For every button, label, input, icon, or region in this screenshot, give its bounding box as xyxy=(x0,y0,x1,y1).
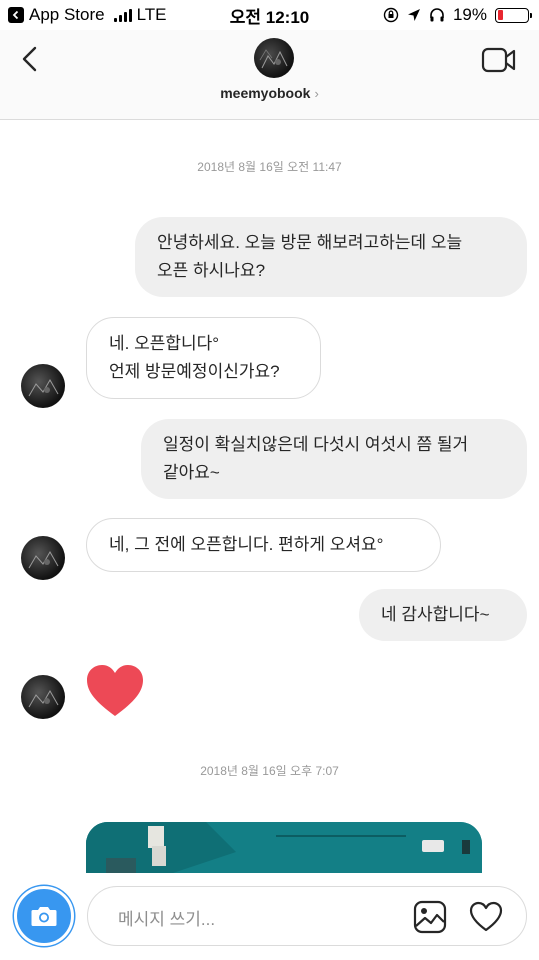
heart-outline-icon[interactable] xyxy=(469,901,503,933)
battery-icon xyxy=(495,7,532,23)
signal-icon xyxy=(113,8,132,22)
back-chevron-icon[interactable] xyxy=(18,44,44,74)
status-right: 19% xyxy=(383,5,532,25)
location-icon xyxy=(407,9,420,21)
camera-button[interactable] xyxy=(14,886,74,946)
header-username[interactable]: meemyobook xyxy=(220,85,310,101)
battery-percent: 19% xyxy=(452,5,487,24)
lock-rotation-icon xyxy=(383,7,399,23)
message-text-line: 네. 오픈합니다° xyxy=(109,334,220,353)
received-message-bubble[interactable]: 네. 오픈합니다° 언제 방문예정이신가요? xyxy=(86,317,321,399)
message-input[interactable]: 메시지 쓰기... xyxy=(87,886,527,946)
sender-avatar[interactable] xyxy=(21,675,65,719)
header-avatar[interactable] xyxy=(254,38,294,78)
heart-icon[interactable] xyxy=(86,664,144,718)
message-input-placeholder: 메시지 쓰기... xyxy=(118,910,216,929)
headphones-icon xyxy=(430,8,444,22)
video-camera-icon[interactable] xyxy=(481,46,517,74)
sent-message-bubble[interactable]: 일정이 확실치않은데 다섯시 여섯시 쯤 될거 같아요~ xyxy=(141,419,527,499)
header-username-row[interactable]: meemyobook › xyxy=(0,85,539,101)
sender-avatar[interactable] xyxy=(21,364,65,408)
received-message-bubble[interactable]: 네, 그 전에 오픈합니다. 편하게 오셔요° xyxy=(86,518,441,572)
sent-message-bubble[interactable]: 네 감사합니다~ xyxy=(359,589,527,641)
message-text-line: 네 감사합니다~ xyxy=(381,605,490,624)
sent-message-bubble[interactable]: 안녕하세요. 오늘 방문 해보려고하는데 오늘 오픈 하시나요? xyxy=(135,217,527,297)
gallery-icon[interactable] xyxy=(413,900,447,934)
sender-avatar[interactable] xyxy=(21,536,65,580)
message-timestamp: 2018년 8월 16일 오후 7:07 xyxy=(200,764,339,778)
chat-header: meemyobook › xyxy=(0,30,539,120)
carrier-label: LTE xyxy=(136,5,167,24)
camera-icon xyxy=(31,907,57,926)
status-time: 오전 12:10 xyxy=(229,7,310,27)
status-bar: App Store LTE 오전 12:10 19% xyxy=(0,0,539,30)
chevron-right-icon: › xyxy=(314,86,319,101)
app-store-back-icon[interactable] xyxy=(8,7,24,23)
message-text-line: 오픈 하시나요? xyxy=(157,261,266,280)
status-left: App Store LTE xyxy=(8,5,167,25)
message-timestamp: 2018년 8월 16일 오전 11:47 xyxy=(197,160,342,174)
message-text-line: 네, 그 전에 오픈합니다. 편하게 오셔요° xyxy=(109,535,384,554)
message-text-line: 같아요~ xyxy=(163,463,220,482)
message-text-line: 언제 방문예정이신가요? xyxy=(109,362,280,381)
message-text-line: 안녕하세요. 오늘 방문 해보려고하는데 오늘 xyxy=(157,233,463,252)
back-app-label[interactable]: App Store xyxy=(29,5,105,25)
message-text-line: 일정이 확실치않은데 다섯시 여섯시 쯤 될거 xyxy=(163,435,469,454)
